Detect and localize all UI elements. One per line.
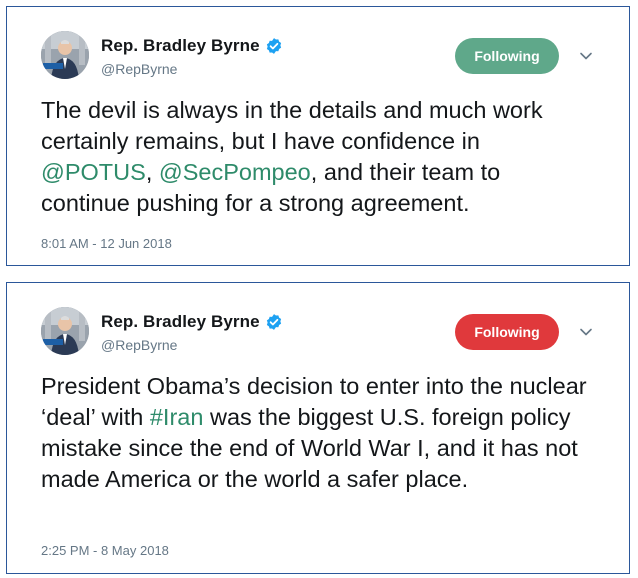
author-name[interactable]: Rep. Bradley Byrne — [101, 36, 260, 56]
tweet-card: Rep. Bradley Byrne @RepByrne Following P… — [6, 282, 630, 574]
following-button[interactable]: Following — [455, 38, 559, 74]
person-photo-icon — [41, 31, 89, 79]
avatar[interactable] — [41, 307, 89, 355]
hashtag-link-iran[interactable]: #Iran — [150, 404, 204, 430]
author-handle[interactable]: @RepByrne — [101, 61, 177, 77]
author-name-row: Rep. Bradley Byrne — [101, 36, 283, 56]
mention-link-secpompeo[interactable]: @SecPompeo — [159, 159, 311, 185]
tweet-timestamp[interactable]: 2:25 PM - 8 May 2018 — [41, 543, 169, 558]
author-name[interactable]: Rep. Bradley Byrne — [101, 312, 260, 332]
author-name-row: Rep. Bradley Byrne — [101, 312, 283, 332]
tweet-timestamp[interactable]: 8:01 AM - 12 Jun 2018 — [41, 236, 172, 251]
chevron-down-icon[interactable] — [579, 325, 593, 339]
tweet-card: Rep. Bradley Byrne @RepByrne Following T… — [6, 6, 630, 266]
chevron-down-icon[interactable] — [579, 49, 593, 63]
following-button[interactable]: Following — [455, 314, 559, 350]
verified-badge-icon — [266, 314, 281, 330]
mention-link-potus[interactable]: @POTUS — [41, 159, 146, 185]
person-photo-icon — [41, 307, 89, 355]
avatar[interactable] — [41, 31, 89, 79]
tweet-text: President Obama’s decision to enter into… — [41, 371, 589, 495]
verified-badge-icon — [266, 38, 281, 54]
tweet-text-part: The devil is always in the details and m… — [41, 97, 543, 154]
author-handle[interactable]: @RepByrne — [101, 337, 177, 353]
tweet-text-part: , — [145, 159, 159, 185]
tweet-text: The devil is always in the details and m… — [41, 95, 589, 219]
